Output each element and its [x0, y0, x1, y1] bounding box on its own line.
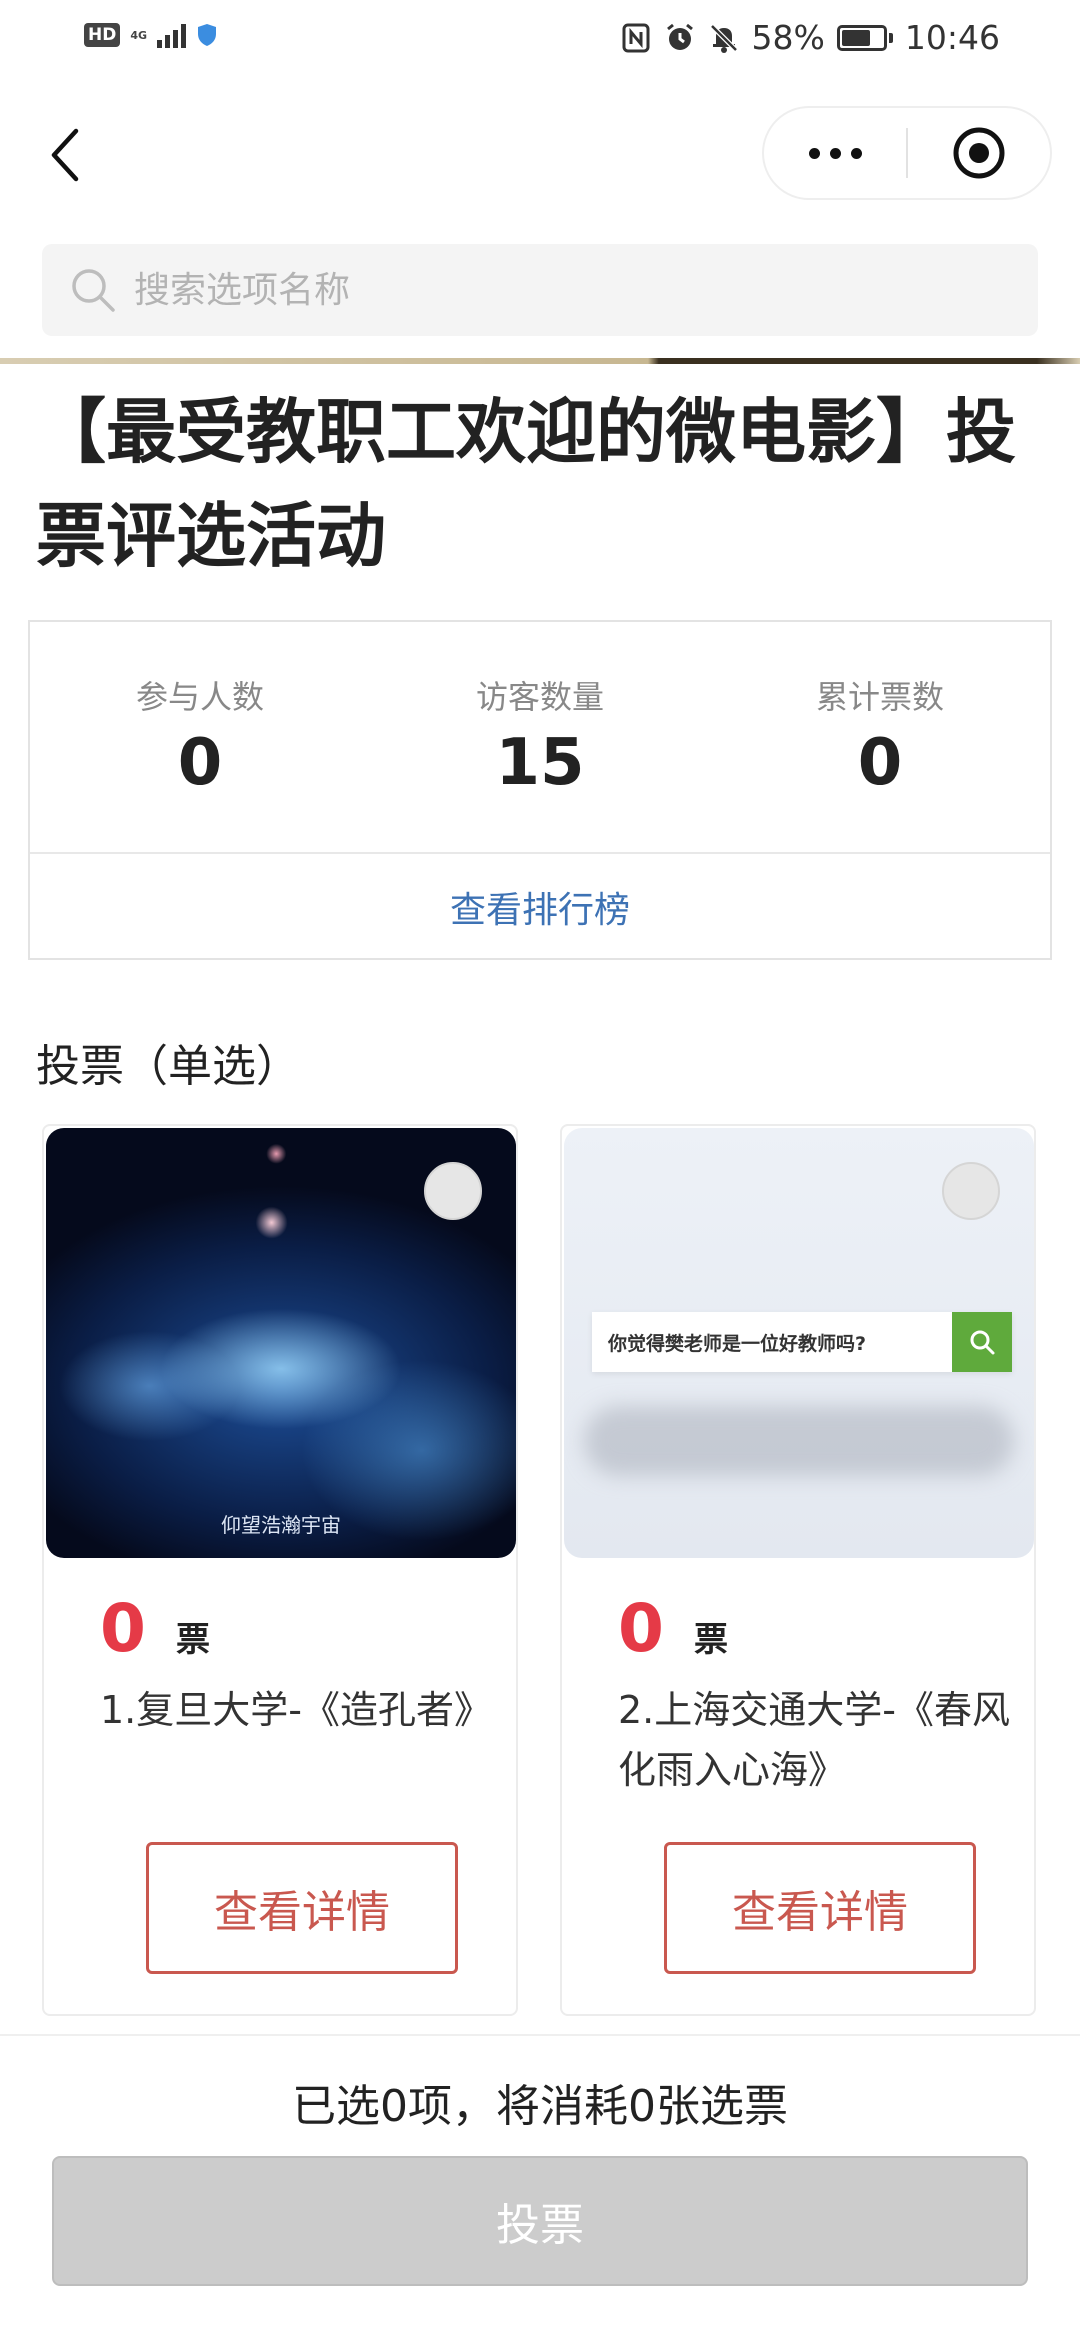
miniprogram-capsule — [762, 106, 1052, 200]
vote-count-unit: 票 — [175, 1620, 210, 1660]
nav-bar — [0, 80, 1080, 230]
page-title: 【最受教职工欢迎的微电影】投票评选活动 — [36, 391, 1016, 577]
option-name: 2.上海交通大学-《春风化雨入心海》 — [618, 1688, 1010, 1792]
shield-icon — [198, 24, 217, 46]
battery-icon — [836, 24, 893, 51]
image-search-icon — [952, 1312, 1012, 1372]
vote-count-number: 0 — [100, 1590, 146, 1667]
more-button[interactable] — [764, 108, 906, 198]
stats-row: 参与人数 0 访客数量 15 累计票数 0 — [30, 622, 1050, 854]
nfc-icon — [622, 23, 650, 52]
network-label: 4G — [130, 28, 148, 42]
more-icon — [808, 147, 820, 159]
status-bar: HD 4G 58% 10:46 — [0, 0, 1080, 80]
search-input[interactable] — [134, 269, 994, 311]
stat-participants: 参与人数 0 — [30, 622, 370, 852]
vote-count: 0 票 — [100, 1590, 210, 1667]
header-divider — [0, 358, 1080, 364]
hd-badge: HD — [84, 23, 121, 47]
stat-value: 15 — [495, 726, 585, 800]
back-button[interactable] — [40, 120, 90, 190]
clock: 10:46 — [904, 18, 1000, 57]
section-title: 投票（单选） — [36, 1041, 300, 1092]
vote-count: 0 票 — [618, 1590, 728, 1667]
image-search-box: 你觉得樊老师是一位好教师吗? — [592, 1312, 1012, 1372]
stat-value: 0 — [177, 726, 223, 800]
vote-button[interactable]: 投票 — [52, 2156, 1028, 2286]
option-name: 1.复旦大学-《造孔者》 — [100, 1688, 492, 1732]
image-caption: 你觉得樊老师是一位好教师吗? — [608, 1332, 867, 1355]
vote-option-card[interactable]: 仰望浩瀚宇宙 0 票 1.复旦大学-《造孔者》 查看详情 — [42, 1124, 518, 2016]
stat-label: 累计票数 — [815, 678, 944, 716]
back-icon — [51, 128, 79, 182]
stat-label: 访客数量 — [475, 678, 604, 716]
network-type: 4G — [130, 30, 147, 41]
search-icon — [72, 269, 115, 312]
status-right: 58% 10:46 — [620, 18, 1000, 57]
blurred-shadow — [584, 1406, 1014, 1476]
vote-option-card[interactable]: 你觉得樊老师是一位好教师吗? 0 票 2.上海交通大学-《春风化雨入心海》 查看… — [560, 1124, 1036, 2016]
stat-total-votes: 累计票数 0 — [710, 622, 1050, 852]
battery-percent: 58% — [751, 18, 825, 57]
signal-icon — [157, 22, 187, 48]
stats-card: 参与人数 0 访客数量 15 累计票数 0 查看排行榜 — [28, 620, 1052, 960]
close-miniprogram-button[interactable] — [908, 108, 1050, 198]
image-caption: 仰望浩瀚宇宙 — [221, 1513, 341, 1537]
mute-icon — [709, 23, 738, 53]
alarm-icon — [666, 23, 693, 50]
vote-count-unit: 票 — [693, 1620, 728, 1660]
stat-value: 0 — [857, 726, 903, 800]
selection-summary: 已选0项，将消耗0张选票 — [292, 2081, 788, 2132]
page: HD 4G 58% 10:46 搜索选项名称 【最受教职工欢迎的微电影】投票评选… — [0, 0, 1080, 2340]
select-radio[interactable] — [942, 1162, 1000, 1220]
target-icon — [953, 127, 1005, 179]
view-details-button[interactable]: 查看详情 — [664, 1842, 976, 1974]
select-radio[interactable] — [424, 1162, 482, 1220]
ranking-link[interactable]: 查看排行榜 — [30, 854, 1050, 960]
vote-count-number: 0 — [618, 1590, 664, 1667]
search-bar[interactable] — [42, 244, 1038, 336]
stat-visitors: 访客数量 15 — [370, 622, 710, 852]
stat-label: 参与人数 — [135, 678, 264, 716]
bottom-bar: 已选0项，将消耗0张选票 投票 — [0, 2034, 1080, 2340]
status-left: HD 4G — [84, 22, 218, 48]
view-details-button[interactable]: 查看详情 — [146, 1842, 458, 1974]
